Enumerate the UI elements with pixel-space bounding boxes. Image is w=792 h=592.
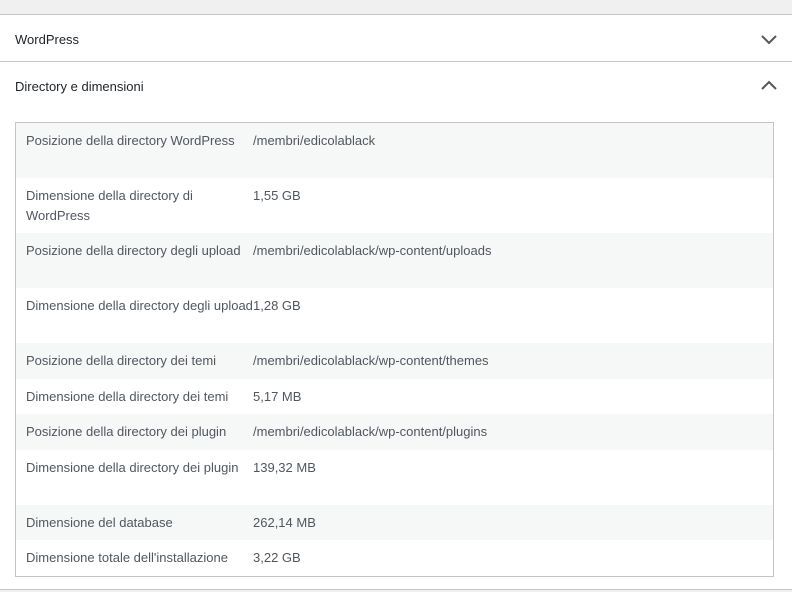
row-value: 1,55 GB (253, 188, 301, 203)
table-row: Dimensione della directory degli upload … (16, 288, 773, 343)
row-value: /membri/edicolablack/wp-content/uploads (253, 243, 492, 258)
row-value: 1,28 GB (253, 298, 301, 313)
row-label: Dimensione della directory di WordPress (26, 188, 193, 223)
site-health-accordion: WordPress Directory e dimensioni Posizio… (0, 14, 792, 590)
row-label: Dimensione della directory dei plugin (26, 460, 239, 475)
directory-info-table: Posizione della directory WordPress /mem… (16, 123, 773, 576)
row-label: Dimensione totale dell'installazione (26, 550, 228, 565)
row-value: 262,14 MB (253, 515, 316, 530)
table-row: Posizione della directory dei plugin /me… (16, 414, 773, 450)
chevron-up-icon (760, 77, 778, 95)
row-label: Posizione della directory WordPress (26, 133, 235, 148)
row-value: /membri/edicolablack/wp-content/themes (253, 353, 489, 368)
row-label: Dimensione della directory dei temi (26, 389, 229, 404)
chevron-down-icon (760, 30, 778, 48)
row-label: Posizione della directory degli upload (26, 243, 241, 258)
row-label: Posizione della directory dei plugin (26, 424, 227, 439)
table-row: Posizione della directory WordPress /mem… (16, 123, 773, 178)
row-value: 139,32 MB (253, 460, 316, 475)
table-row: Dimensione della directory dei temi 5,17… (16, 379, 773, 414)
table-row: Dimensione della directory dei plugin 13… (16, 450, 773, 505)
table-row: Dimensione del database 262,14 MB (16, 505, 773, 540)
section-directory-title: Directory e dimensioni (15, 79, 144, 94)
section-wordpress-toggle[interactable]: WordPress (0, 15, 792, 62)
row-value: /membri/edicolablack/wp-content/plugins (253, 424, 488, 439)
table-row: Posizione della directory degli upload /… (16, 233, 773, 288)
row-value: 3,22 GB (253, 550, 301, 565)
row-label: Posizione della directory dei temi (26, 353, 217, 368)
section-directory-toggle[interactable]: Directory e dimensioni (0, 62, 792, 110)
row-label: Dimensione della directory degli upload (26, 298, 253, 313)
row-label: Dimensione del database (26, 515, 173, 530)
table-row: Dimensione della directory di WordPress … (16, 178, 773, 233)
directory-info-panel: Posizione della directory WordPress /mem… (15, 122, 774, 577)
table-row: Dimensione totale dell'installazione 3,2… (16, 540, 773, 576)
section-wordpress-title: WordPress (15, 32, 80, 47)
table-row: Posizione della directory dei temi /memb… (16, 343, 773, 379)
row-value: 5,17 MB (253, 389, 302, 404)
row-value: /membri/edicolablack (253, 133, 376, 148)
